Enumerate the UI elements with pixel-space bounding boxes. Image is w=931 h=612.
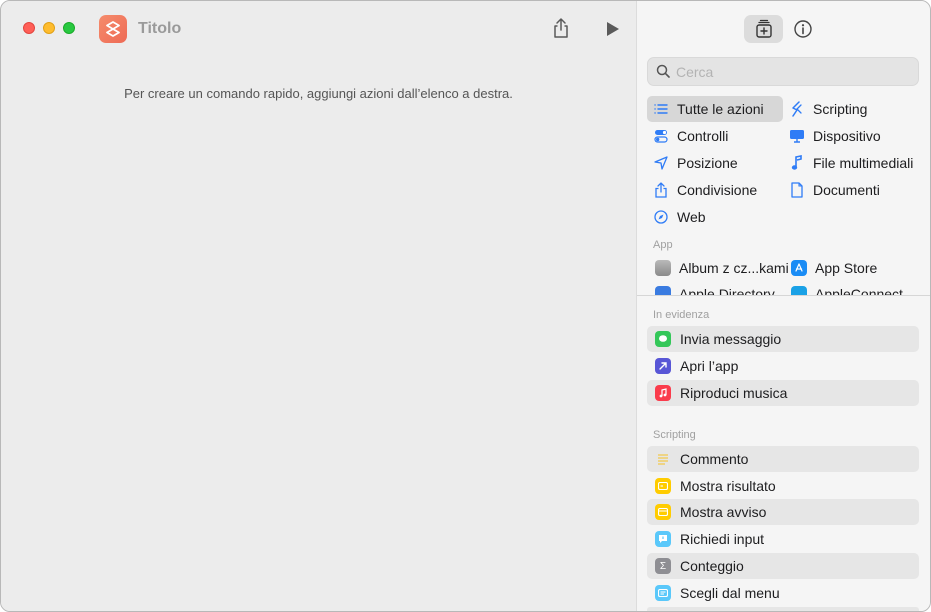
share-icon: [653, 182, 669, 198]
display-icon: [789, 128, 805, 144]
category-device[interactable]: Dispositivo: [783, 123, 919, 149]
appleconnect-icon: [791, 286, 807, 295]
category-label: File multimediali: [813, 155, 914, 171]
action-comment[interactable]: Commento: [647, 446, 919, 472]
music-note-icon: [789, 155, 805, 171]
action-label: Conteggio: [680, 558, 744, 574]
featured-section-label: In evidenza: [653, 309, 710, 321]
category-label: Dispositivo: [813, 128, 881, 144]
editor-pane[interactable]: Titolo Per creare un comando rapido, agg…: [1, 1, 636, 611]
category-controls[interactable]: Controlli: [647, 123, 783, 149]
share-icon[interactable]: [551, 17, 571, 39]
action-next-partial[interactable]: [647, 607, 919, 611]
action-count[interactable]: Σ Conteggio: [647, 553, 919, 579]
shortcut-title[interactable]: Titolo: [138, 20, 181, 38]
category-label: Documenti: [813, 182, 880, 198]
action-open-app[interactable]: Apri l’app: [647, 353, 919, 379]
arrow-up-right-icon: [655, 358, 671, 374]
album-app-icon: [655, 260, 671, 276]
category-scripting[interactable]: Scripting: [783, 96, 919, 122]
action-choose-from-menu[interactable]: Scegli dal menu: [647, 580, 919, 606]
sigma-icon: Σ: [655, 558, 671, 574]
shortcuts-window: Titolo Per creare un comando rapido, agg…: [0, 0, 931, 612]
action-show-alert[interactable]: Mostra avviso: [647, 499, 919, 525]
category-media[interactable]: File multimediali: [783, 150, 919, 176]
comment-lines-icon: [655, 451, 671, 467]
empty-editor-hint: Per creare un comando rapido, aggiungi a…: [124, 86, 513, 101]
minimize-button[interactable]: [43, 22, 55, 34]
location-arrow-icon: [653, 155, 669, 171]
zoom-button[interactable]: [63, 22, 75, 34]
action-ask-input[interactable]: Richiedi input: [647, 526, 919, 552]
search-input[interactable]: [676, 62, 911, 82]
pane-divider[interactable]: [637, 295, 930, 296]
scripting-icon: [789, 101, 805, 117]
search-field[interactable]: [647, 57, 919, 86]
alert-icon: [655, 504, 671, 520]
app-store-icon: [791, 260, 807, 276]
close-button[interactable]: [23, 22, 35, 34]
category-label: Tutte le azioni: [677, 101, 764, 117]
action-play-music[interactable]: Riproduci musica: [647, 380, 919, 406]
apps-section-label: App: [653, 239, 673, 251]
result-icon: [655, 478, 671, 494]
category-label: Condivisione: [677, 182, 758, 198]
action-label: Richiedi input: [680, 531, 765, 547]
music-note-icon: [655, 385, 671, 401]
app-item-app-store[interactable]: App Store: [791, 257, 877, 279]
category-all-actions[interactable]: Tutte le azioni: [647, 96, 783, 122]
menu-icon: [655, 585, 671, 601]
category-label: Posizione: [677, 155, 738, 171]
app-label: Apple Directory: [679, 286, 775, 295]
message-icon: [655, 331, 671, 347]
action-label: Commento: [680, 451, 749, 467]
info-icon[interactable]: [793, 19, 813, 39]
search-icon: [656, 64, 670, 83]
category-location[interactable]: Posizione: [647, 150, 783, 176]
action-label: Mostra risultato: [680, 478, 776, 494]
app-label: Album z cz...kami: [679, 260, 789, 276]
app-item-photo-booth-album[interactable]: Album z cz...kami: [655, 257, 789, 279]
app-item-appleconnect[interactable]: AppleConnect: [791, 283, 903, 295]
app-label: App Store: [815, 260, 878, 276]
action-show-result[interactable]: Mostra risultato: [647, 473, 919, 499]
category-label: Controlli: [677, 128, 729, 144]
toggle-icon: [653, 128, 669, 144]
scripting-section-label: Scripting: [653, 429, 696, 441]
category-documents[interactable]: Documenti: [783, 177, 919, 203]
category-web[interactable]: Web: [647, 204, 783, 230]
action-library-button[interactable]: [744, 15, 783, 43]
document-icon: [789, 182, 805, 198]
input-bubble-icon: [655, 531, 671, 547]
apple-directory-icon: [655, 286, 671, 295]
app-label: AppleConnect: [815, 286, 903, 295]
app-item-apple-directory[interactable]: Apple Directory: [655, 283, 775, 295]
shortcuts-app-icon[interactable]: [99, 15, 127, 43]
category-label: Scripting: [813, 101, 868, 117]
library-add-icon: [755, 19, 772, 38]
action-label: Riproduci musica: [680, 385, 788, 401]
action-label: Apri l’app: [680, 358, 739, 374]
action-label: Scegli dal menu: [680, 585, 780, 601]
category-label: Web: [677, 209, 706, 225]
play-icon[interactable]: [605, 21, 621, 37]
list-icon: [653, 101, 669, 117]
category-sharing[interactable]: Condivisione: [647, 177, 783, 203]
action-label: Invia messaggio: [680, 331, 782, 347]
action-label: Mostra avviso: [680, 504, 767, 520]
compass-icon: [653, 209, 669, 225]
action-send-message[interactable]: Invia messaggio: [647, 326, 919, 352]
apps-scroll-clip: Apple Directory AppleConnect: [637, 283, 930, 295]
